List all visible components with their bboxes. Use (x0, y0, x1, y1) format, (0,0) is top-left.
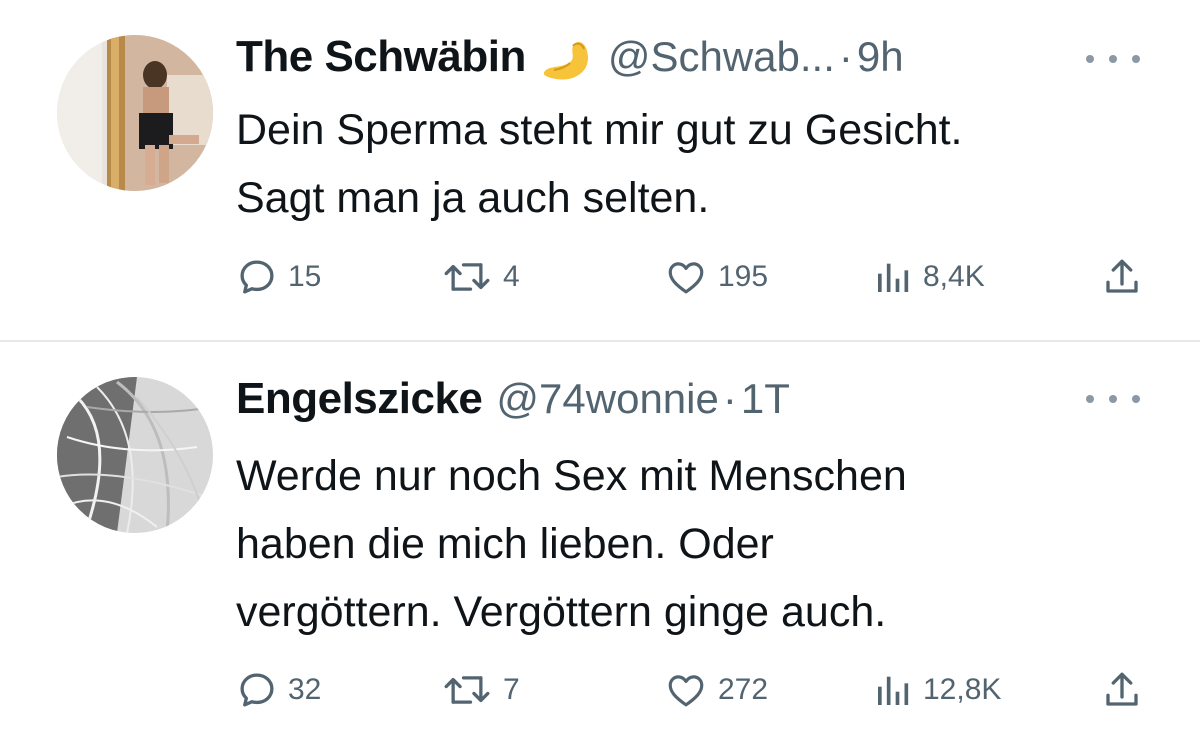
reply-count: 15 (288, 260, 322, 293)
tweet-header: Engelszicke @74wonnie · 1T (236, 374, 790, 430)
views-button[interactable]: 12,8K (873, 665, 1001, 715)
retweet-count: 7 (503, 673, 520, 706)
display-name[interactable]: Engelszicke (236, 374, 483, 424)
timestamp[interactable]: 1T (741, 375, 790, 423)
reply-count: 32 (288, 673, 322, 706)
tweet-actions: 32 7 272 12,8K (236, 665, 1146, 715)
avatar[interactable] (57, 35, 213, 191)
tweet[interactable]: Engelszicke @74wonnie · 1T Werde nur noc… (0, 342, 1200, 742)
retweet-count: 4 (503, 260, 520, 293)
views-button[interactable]: 8,4K (873, 252, 985, 302)
tweet-header: The Schwäbin @Schwab... · 9h (236, 32, 904, 88)
separator: · (838, 33, 853, 80)
tweet-text-line: haben die mich lieben. Oder (236, 520, 774, 568)
views-count: 12,8K (923, 673, 1002, 706)
reply-icon (240, 260, 274, 294)
reply-button[interactable]: 32 (236, 665, 321, 715)
reply-button[interactable]: 15 (236, 252, 321, 302)
like-count: 272 (718, 673, 769, 706)
like-button[interactable]: 272 (664, 665, 768, 715)
views-icon (878, 676, 909, 705)
retweet-icon (444, 263, 490, 291)
tweet-text: Werde nur noch Sex mit Menschen haben di… (236, 442, 1156, 646)
views-count: 8,4K (923, 260, 985, 293)
share-button[interactable] (1101, 252, 1143, 302)
share-icon (1106, 259, 1138, 293)
timestamp[interactable]: 9h (857, 33, 904, 81)
pinched-fingers-emoji (540, 36, 594, 84)
handle[interactable]: @Schwab... (608, 33, 835, 81)
tweet[interactable]: The Schwäbin @Schwab... · 9h Dein Sperma… (0, 0, 1200, 340)
avatar[interactable] (57, 377, 213, 533)
reply-icon (240, 673, 274, 707)
tweet-text-line: Dein Sperma steht mir gut zu Gesicht. (236, 106, 963, 154)
retweet-icon (444, 676, 490, 704)
like-count: 195 (718, 260, 769, 293)
retweet-button[interactable]: 7 (441, 665, 520, 715)
handle[interactable]: @74wonnie (496, 375, 718, 423)
share-button[interactable] (1101, 665, 1143, 715)
views-icon (878, 263, 909, 292)
tweet-text-line: Werde nur noch Sex mit Menschen (236, 452, 907, 500)
avatar-photo (57, 377, 213, 533)
tweet-feed: The Schwäbin @Schwab... · 9h Dein Sperma… (0, 0, 1200, 742)
heart-icon (668, 675, 704, 707)
share-icon (1106, 672, 1138, 706)
heart-icon (668, 262, 704, 294)
more-icon[interactable] (1086, 384, 1140, 414)
tweet-actions: 15 4 195 8,4K (236, 252, 1146, 302)
separator: · (722, 375, 737, 422)
tweet-text-line: Sagt man ja auch selten. (236, 174, 710, 222)
tweet-text: Dein Sperma steht mir gut zu Gesicht. Sa… (236, 96, 1156, 232)
display-name[interactable]: The Schwäbin (236, 32, 526, 82)
tweet-text-line: vergöttern. Vergöttern ginge auch. (236, 588, 887, 636)
retweet-button[interactable]: 4 (441, 252, 520, 302)
more-icon[interactable] (1086, 44, 1140, 74)
avatar-photo (57, 35, 213, 191)
like-button[interactable]: 195 (664, 252, 768, 302)
